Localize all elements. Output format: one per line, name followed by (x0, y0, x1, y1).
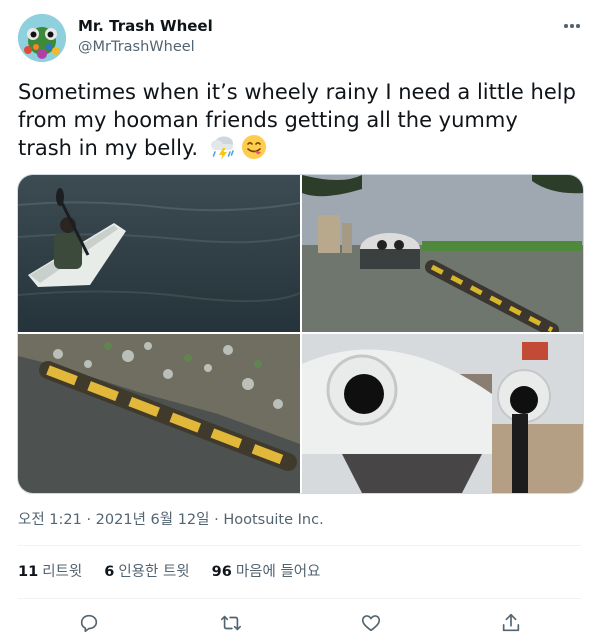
tweet-text: Sometimes when it’s wheely rainy I need … (18, 78, 578, 167)
tweet-timestamp[interactable]: 오전 1:21 · 2021년 6월 12일 · (18, 512, 223, 528)
engagement-stats: 11 리트윗 6 인용한 트윗 96 마음에 들어요 (18, 560, 342, 584)
divider (18, 598, 581, 599)
author-name[interactable]: Mr. Trash Wheel (78, 16, 213, 36)
face-savoring-food-icon (241, 134, 267, 167)
likes-count: 96 (211, 564, 232, 580)
photo-kayak[interactable] (18, 175, 300, 332)
retweet-icon[interactable] (218, 610, 244, 636)
retweets-count: 11 (18, 564, 39, 580)
tweet-text-body: Sometimes when it’s wheely rainy I need … (18, 80, 576, 160)
media-grid (17, 174, 584, 494)
author-handle[interactable]: @MrTrashWheel (78, 37, 195, 57)
quotes-label: 인용한 트윗 (118, 564, 190, 580)
tweet: Mr. Trash Wheel @MrTrashWheel Sometimes … (0, 0, 597, 642)
likes-stat[interactable]: 96 마음에 들어요 (212, 560, 321, 584)
tweet-source[interactable]: Hootsuite Inc. (223, 512, 323, 528)
action-bar (0, 608, 597, 638)
photo-trash-wheel-shore[interactable] (302, 175, 583, 332)
cloud-with-lightning-and-rain-icon (209, 134, 237, 167)
like-icon[interactable] (358, 610, 384, 636)
reply-icon[interactable] (76, 610, 102, 636)
likes-label: 마음에 들어요 (235, 564, 321, 580)
retweets-label: 리트윗 (42, 564, 83, 580)
photo-trash-boom[interactable] (18, 334, 300, 493)
avatar-image (18, 14, 66, 62)
quotes-count: 6 (104, 564, 115, 580)
avatar[interactable] (18, 14, 66, 62)
divider (18, 545, 581, 546)
share-icon[interactable] (498, 610, 524, 636)
tweet-meta: 오전 1:21 · 2021년 6월 12일 · Hootsuite Inc. (18, 510, 324, 530)
quotes-stat[interactable]: 6 인용한 트윗 (104, 560, 189, 584)
photo-trash-wheel-eyes[interactable] (302, 334, 583, 493)
more-options-icon[interactable] (560, 14, 584, 38)
retweets-stat[interactable]: 11 리트윗 (18, 560, 82, 584)
